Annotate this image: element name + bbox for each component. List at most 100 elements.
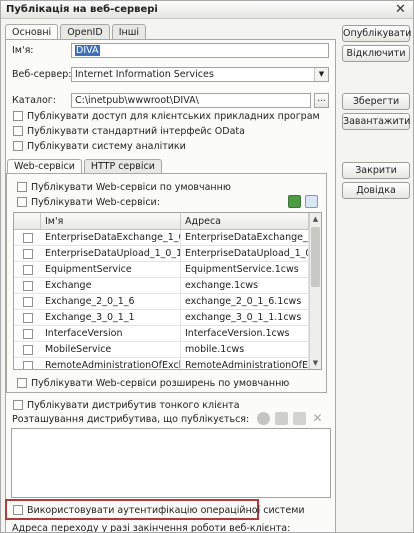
catalog-input[interactable]: C:\inetpub\wwwroot\DIVA\ [71, 93, 311, 108]
load-button[interactable]: Завантажити [342, 113, 410, 130]
row-checkbox[interactable] [23, 329, 33, 339]
checkbox[interactable] [17, 182, 27, 192]
row-checkbox[interactable] [23, 233, 33, 243]
option-label: Публікувати доступ для клієнтських прикл… [27, 110, 320, 122]
title-bar: Публікація на веб-сервері ✕ [1, 1, 413, 19]
publish-thin-client[interactable]: Публікувати дистрибутив тонкого клієнта [13, 399, 240, 411]
checkbox[interactable] [17, 378, 27, 388]
row-address: EnterpriseDataExchange_1... [181, 230, 309, 246]
catalog-value: C:\inetpub\wwwroot\DIVA\ [75, 95, 199, 106]
option-analytics[interactable]: Публікувати систему аналітики [13, 140, 186, 152]
copy-icon[interactable] [305, 195, 318, 208]
delete-icon[interactable]: ✕ [311, 412, 324, 425]
row-checkbox[interactable] [23, 265, 33, 275]
catalog-label: Каталог: [12, 95, 56, 106]
row-address: exchange.1cws [181, 278, 309, 294]
publish-button[interactable]: Опублікувати [342, 25, 411, 42]
column-name[interactable]: Ім'я [41, 213, 181, 230]
checkbox[interactable] [13, 111, 23, 121]
row-checkbox[interactable] [23, 249, 33, 259]
publish-extensions-default[interactable]: Публікувати Web-сервіси розширень по умо… [17, 377, 289, 389]
row-name: RemoteAdministrationOfExchange [41, 358, 181, 369]
column-address[interactable]: Адреса [181, 213, 309, 230]
publish-webservices[interactable]: Публікувати Web-сервіси: [17, 196, 160, 208]
webserver-label: Веб-сервер: [12, 69, 72, 80]
tab-http-services[interactable]: HTTP сервіси [83, 159, 162, 174]
row-name: EnterpriseDataExchange_1_0_1... [41, 230, 181, 246]
help-button[interactable]: Довідка [342, 182, 410, 199]
row-address: exchange_3_0_1_1.1cws [181, 310, 309, 326]
main-tabs: Основні OpenID Інші [5, 24, 148, 41]
use-os-authentication[interactable]: Використовувати аутентифікацію операційн… [13, 504, 305, 516]
checkbox[interactable] [13, 126, 23, 136]
row-name: MobileService [41, 342, 181, 358]
name-value: DIVA [75, 45, 100, 56]
table-row[interactable]: EnterpriseDataUpload_1_0_1_1 EnterpriseD… [14, 246, 309, 262]
table-row[interactable]: EquipmentService EquipmentService.1cws [14, 262, 309, 278]
option-odata[interactable]: Публікувати стандартний інтерфейс OData [13, 125, 245, 137]
checkbox[interactable] [17, 197, 27, 207]
checkbox[interactable] [13, 141, 23, 151]
tab-openid[interactable]: OpenID [60, 24, 110, 40]
option-client-apps[interactable]: Публікувати доступ для клієнтських прикл… [13, 110, 320, 122]
publish-webservices-default[interactable]: Публікувати Web-сервіси по умовчанню [17, 181, 231, 193]
scroll-up-icon[interactable]: ▲ [310, 213, 321, 225]
row-address: EnterpriseDataUpload_1_0_1_... [181, 246, 309, 262]
row-name: EnterpriseDataUpload_1_0_1_1 [41, 246, 181, 262]
chevron-down-icon[interactable]: ▼ [314, 68, 328, 81]
publish-thin-client-label: Публікувати дистрибутив тонкого клієнта [27, 399, 240, 411]
row-address: exchange_2_0_1_6.1cws [181, 294, 309, 310]
checkbox[interactable] [13, 505, 23, 515]
row-checkbox[interactable] [23, 361, 33, 369]
row-name: InterfaceVersion [41, 326, 181, 342]
table-row[interactable]: Exchange_3_0_1_1 exchange_3_0_1_1.1cws [14, 310, 309, 326]
option-label: Публікувати стандартний інтерфейс OData [27, 125, 245, 137]
table-header: Ім'я Адреса [14, 213, 309, 230]
table-row[interactable]: EnterpriseDataExchange_1_0_1... Enterpri… [14, 230, 309, 246]
distribution-list[interactable] [11, 428, 331, 498]
add-icon[interactable] [257, 412, 270, 425]
catalog-browse-button[interactable]: ... [314, 93, 329, 108]
checkbox[interactable] [13, 400, 23, 410]
table-row[interactable]: InterfaceVersion InterfaceVersion.1cws [14, 326, 309, 342]
table-row[interactable]: Exchange exchange.1cws [14, 278, 309, 294]
row-address: RemoteAdministrationOfExch... [181, 358, 309, 369]
scroll-thumb[interactable] [311, 227, 320, 287]
save-button[interactable]: Зберегти [342, 93, 410, 110]
publish-dialog: Публікація на веб-сервері ✕ Основні Open… [0, 0, 414, 533]
table-scrollbar[interactable]: ▲ ▼ [309, 213, 321, 369]
disable-button[interactable]: Відключити [342, 45, 410, 62]
row-name: Exchange_3_0_1_1 [41, 310, 181, 326]
row-checkbox[interactable] [23, 297, 33, 307]
row-address: EquipmentService.1cws [181, 262, 309, 278]
row-checkbox[interactable] [23, 313, 33, 323]
copy-icon[interactable] [275, 412, 288, 425]
row-address: mobile.1cws [181, 342, 309, 358]
publish-webservices-label: Публікувати Web-сервіси: [31, 196, 160, 208]
check-all-icon[interactable] [288, 195, 301, 208]
row-checkbox[interactable] [23, 281, 33, 291]
edit-icon[interactable] [293, 412, 306, 425]
publish-webservices-default-label: Публікувати Web-сервіси по умовчанню [31, 181, 231, 193]
web-services-table: Ім'я Адреса EnterpriseDataExchange_1_0_1… [13, 212, 322, 370]
use-os-authentication-label: Використовувати аутентифікацію операційн… [27, 504, 305, 516]
scroll-down-icon[interactable]: ▼ [310, 357, 321, 369]
close-button[interactable]: Закрити [342, 162, 410, 179]
webserver-value: Internet Information Services [75, 69, 214, 80]
row-checkbox[interactable] [23, 345, 33, 355]
webserver-select[interactable]: Internet Information Services ▼ [71, 67, 329, 82]
table-row[interactable]: Exchange_2_0_1_6 exchange_2_0_1_6.1cws [14, 294, 309, 310]
close-icon[interactable]: ✕ [394, 3, 407, 16]
name-label: Ім'я: [12, 45, 34, 56]
table-row[interactable]: RemoteAdministrationOfExchange RemoteAdm… [14, 358, 309, 369]
distribution-location-label: Розташування дистрибутива, що публікуєть… [12, 414, 250, 425]
publish-extensions-default-label: Публікувати Web-сервіси розширень по умо… [31, 377, 290, 389]
name-input[interactable]: DIVA [71, 43, 329, 58]
table-row[interactable]: MobileService mobile.1cws [14, 342, 309, 358]
tab-other[interactable]: Інші [111, 24, 147, 40]
row-name: EquipmentService [41, 262, 181, 278]
service-tabs: Web-сервіси HTTP сервіси [7, 159, 164, 175]
column-check [14, 213, 41, 230]
row-name: Exchange_2_0_1_6 [41, 294, 181, 310]
row-name: Exchange [41, 278, 181, 294]
